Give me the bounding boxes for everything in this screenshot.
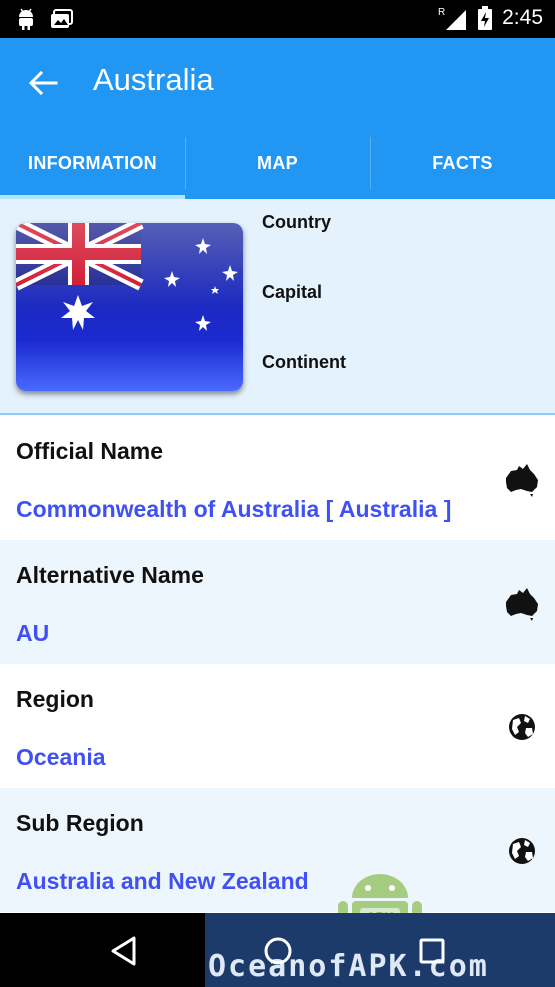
clock: 2:45 <box>502 6 543 29</box>
country-label: Country <box>262 212 331 232</box>
recents-square-icon[interactable] <box>412 931 452 971</box>
signal-icon: R <box>438 7 467 30</box>
globe-icon <box>509 714 535 740</box>
australia-flag-icon <box>16 223 243 391</box>
list-item-alternative-name: Alternative Name AU <box>0 540 555 664</box>
home-circle-icon[interactable] <box>258 931 298 971</box>
row-label: Region <box>16 686 94 712</box>
row-label: Alternative Name <box>16 562 204 588</box>
row-label: Official Name <box>16 438 163 464</box>
country-header: Country Capital Continent <box>0 199 555 415</box>
row-value: Commonwealth of Australia [ Australia ] <box>16 496 452 522</box>
network-badge: R <box>438 7 445 18</box>
tab-facts[interactable]: FACTS <box>370 127 555 199</box>
tab-information[interactable]: INFORMATION <box>0 127 185 199</box>
continent-label: Continent <box>262 352 346 372</box>
tab-bar: INFORMATION MAP FACTS <box>0 127 555 199</box>
row-value: Australia and New Zealand <box>16 868 309 894</box>
australia-map-icon <box>506 464 538 497</box>
navigation-bar: OceanofAPK.com <box>0 913 555 987</box>
list-item-official-name: Official Name Commonwealth of Australia … <box>0 416 555 540</box>
australia-map-icon <box>506 588 538 621</box>
photo-notification-icon <box>51 9 73 28</box>
globe-icon <box>509 838 535 864</box>
row-label: Sub Region <box>16 810 144 836</box>
row-value: Oceania <box>16 744 106 770</box>
list-item-region: Region Oceania <box>0 664 555 788</box>
list-item-sub-region: Sub Region Australia and New Zealand <box>0 788 555 912</box>
row-value: AU <box>16 620 50 646</box>
battery-charging-icon <box>478 6 493 30</box>
page-title: Australia <box>93 62 214 97</box>
back-triangle-icon[interactable] <box>104 931 144 971</box>
status-bar: R 2:45 <box>0 0 555 38</box>
tab-map[interactable]: MAP <box>185 127 370 199</box>
app-bar: Australia <box>0 38 555 127</box>
arrow-back-icon[interactable] <box>26 66 60 100</box>
android-icon <box>19 8 33 30</box>
capital-label: Capital <box>262 282 323 302</box>
